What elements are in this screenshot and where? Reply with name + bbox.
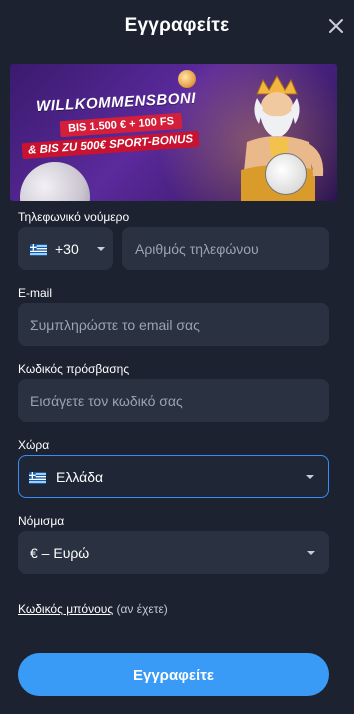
email-placeholder: Συμπληρώστε το email σας	[30, 316, 200, 333]
country-label: Χώρα	[18, 438, 50, 452]
email-label: E-mail	[18, 286, 53, 300]
close-icon[interactable]	[326, 16, 346, 36]
greece-flag-icon	[29, 471, 46, 484]
bonus-code-row: Κωδικός μπόνους (αν έχετε)	[18, 602, 168, 616]
currency-value: € – Ευρώ	[30, 544, 90, 561]
country-code-value: +30	[55, 240, 79, 257]
register-button[interactable]: Εγγραφείτε	[18, 653, 329, 696]
chevron-down-icon	[306, 474, 314, 479]
currency-select[interactable]: € – Ευρώ	[18, 531, 329, 574]
country-code-select[interactable]: +30	[18, 227, 113, 270]
country-select[interactable]: Ελλάδα	[18, 455, 329, 498]
basketball-icon	[20, 162, 90, 201]
registration-modal: Εγγραφείτε WILLKOMMENSBONI BIS 1.500 € +…	[0, 0, 354, 714]
bonus-code-link[interactable]: Κωδικός μπόνους	[18, 602, 113, 616]
modal-header: Εγγραφείτε	[0, 0, 354, 52]
phone-placeholder: Αριθμός τηλεφώνου	[135, 240, 259, 257]
bonus-code-hint: (αν έχετε)	[116, 602, 168, 616]
welcome-bonus-banner[interactable]: WILLKOMMENSBONI BIS 1.500 € + 100 FS & B…	[10, 64, 337, 201]
coin-icon	[178, 70, 196, 88]
phone-input[interactable]: Αριθμός τηλεφώνου	[122, 227, 329, 270]
phone-label: Τηλεφωνικό νούμερο	[18, 210, 130, 224]
modal-title: Εγγραφείτε	[124, 15, 230, 36]
password-label: Κωδικός πρόσβασης	[18, 362, 130, 376]
currency-label: Νόμισμα	[18, 514, 65, 528]
soccer-ball-icon	[265, 153, 307, 195]
chevron-down-icon	[307, 550, 315, 555]
password-placeholder: Εισάγετε τον κωδικό σας	[30, 392, 183, 409]
email-input[interactable]: Συμπληρώστε το email σας	[18, 303, 329, 346]
chevron-down-icon	[96, 246, 105, 251]
country-value: Ελλάδα	[56, 468, 104, 485]
greece-flag-icon	[30, 243, 47, 256]
password-input[interactable]: Εισάγετε τον κωδικό σας	[18, 379, 329, 422]
